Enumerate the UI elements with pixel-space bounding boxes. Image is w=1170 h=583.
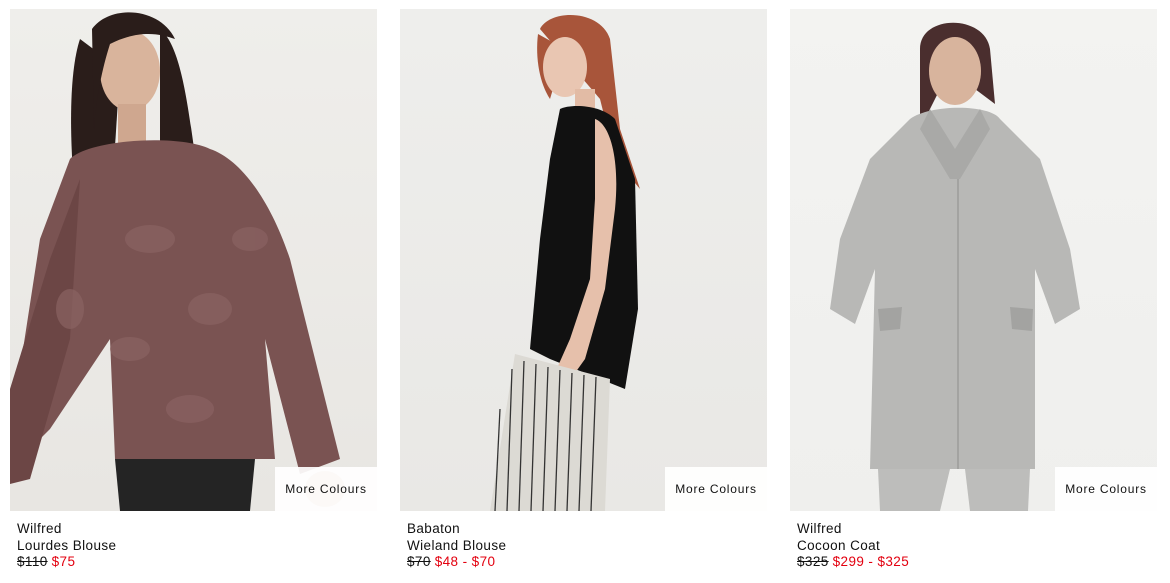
product-price: $110 $75 [17,554,377,571]
product-info: Wilfred Cocoon Coat $325 $299 - $325 [790,511,1157,571]
product-info: Wilfred Lourdes Blouse $110 $75 [10,511,377,571]
product-brand[interactable]: Babaton [407,521,767,538]
product-grid: More Colours Wilfred Lourdes Blouse $110… [0,0,1170,583]
product-image[interactable]: More Colours [10,9,377,511]
more-colours-button[interactable]: More Colours [1055,467,1157,511]
product-brand[interactable]: Wilfred [797,521,1157,538]
product-name[interactable]: Lourdes Blouse [17,538,377,555]
product-card[interactable]: More Colours Wilfred Cocoon Coat $325 $29… [790,9,1157,571]
product-card[interactable]: More Colours Babaton Wieland Blouse $70 $… [400,9,767,571]
sale-price: $48 - $70 [434,554,496,569]
original-price: $325 [797,554,829,569]
more-colours-button[interactable]: More Colours [665,467,767,511]
product-card[interactable]: More Colours Wilfred Lourdes Blouse $110… [10,9,377,571]
model-illustration [490,15,640,511]
product-image[interactable]: More Colours [400,9,767,511]
product-image[interactable]: More Colours [790,9,1157,511]
model-illustration [10,12,345,511]
product-name[interactable]: Wieland Blouse [407,538,767,555]
product-brand[interactable]: Wilfred [17,521,377,538]
product-name[interactable]: Cocoon Coat [797,538,1157,555]
product-price: $70 $48 - $70 [407,554,767,571]
original-price: $70 [407,554,431,569]
original-price: $110 [17,554,48,569]
model-illustration [830,22,1080,511]
more-colours-button[interactable]: More Colours [275,467,377,511]
product-price: $325 $299 - $325 [797,554,1157,571]
sale-price: $299 - $325 [832,554,910,569]
sale-price: $75 [51,554,76,569]
product-info: Babaton Wieland Blouse $70 $48 - $70 [400,511,767,571]
